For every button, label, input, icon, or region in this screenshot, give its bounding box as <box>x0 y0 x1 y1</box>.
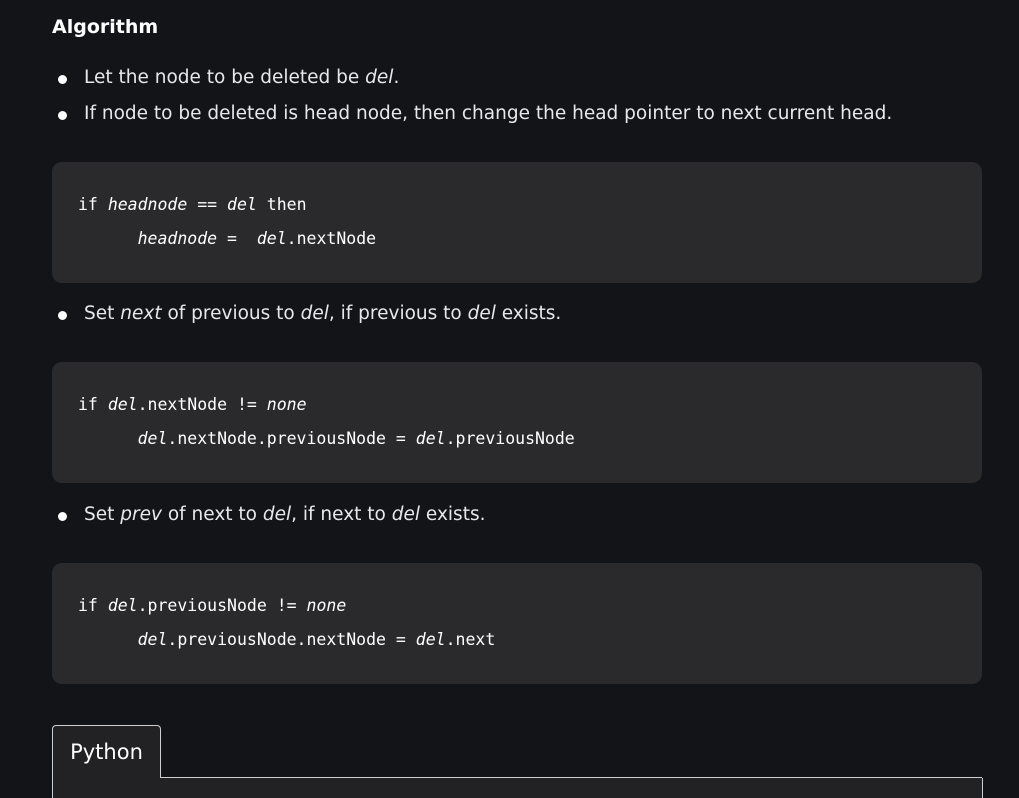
italic-term: del <box>467 303 496 324</box>
text-segment: if <box>78 395 108 414</box>
italic-term: del <box>415 429 446 448</box>
text-segment: of next to <box>161 504 263 525</box>
text-segment: Let the node to be deleted be <box>84 67 366 88</box>
text-segment: , if previous to <box>328 303 468 324</box>
text-segment: .nextNode != <box>137 395 267 414</box>
bullet-item: Set next of previous to del, if previous… <box>58 296 561 332</box>
italic-term: next <box>120 303 162 324</box>
text-segment: of previous to <box>161 303 301 324</box>
code-line: if del.nextNode != none <box>78 395 307 414</box>
text-segment: If node to be deleted is head node, then… <box>84 103 893 124</box>
bullet-item: If node to be deleted is head node, then… <box>58 96 892 132</box>
code-line: headnode = del.nextNode <box>78 229 376 248</box>
text-segment: exists. <box>495 303 562 324</box>
text-segment: .nextNode <box>286 229 377 248</box>
italic-term: del <box>300 303 329 324</box>
italic-term: del <box>107 596 138 615</box>
text-segment: if <box>78 195 108 214</box>
text-segment: Set <box>84 504 121 525</box>
italic-term: del <box>107 395 138 414</box>
text-segment: == <box>187 195 228 214</box>
italic-term: del <box>391 504 421 525</box>
italic-term: del <box>365 67 394 88</box>
code-block-next-check: if del.nextNode != none del.nextNode.pre… <box>52 362 982 483</box>
italic-term: headnode <box>137 229 218 248</box>
bullet-list-3: Set prev of next to del, if next to del … <box>58 497 485 533</box>
italic-term: del <box>137 429 168 448</box>
italic-term: del <box>137 630 168 649</box>
text-segment: . <box>393 67 400 88</box>
italic-term: none <box>306 596 347 615</box>
bullet-item: Let the node to be deleted be del. <box>58 60 892 96</box>
italic-term: none <box>266 395 307 414</box>
italic-term: del <box>415 630 446 649</box>
bullet-list-2: Set next of previous to del, if previous… <box>58 296 561 332</box>
text-segment: , if next to <box>291 504 392 525</box>
text-segment <box>78 229 138 248</box>
bullet-list-1: Let the node to be deleted be del. If no… <box>58 60 892 132</box>
code-block-head-check: if headnode == del then headnode = del.n… <box>52 162 982 283</box>
code-line: if headnode == del then <box>78 195 307 214</box>
bullet-item: Set prev of next to del, if next to del … <box>58 497 485 533</box>
italic-term: del <box>256 229 287 248</box>
italic-term: prev <box>120 504 162 525</box>
italic-term: headnode <box>107 195 188 214</box>
text-segment: then <box>256 195 307 214</box>
text-segment: = <box>217 229 257 248</box>
text-segment: .next <box>445 630 496 649</box>
text-segment: .nextNode.previousNode = <box>167 429 416 448</box>
text-segment: .previousNode <box>445 429 575 448</box>
text-segment <box>78 429 138 448</box>
text-segment: .previousNode != <box>137 596 307 615</box>
italic-term: del <box>227 195 257 214</box>
italic-term: del <box>262 504 292 525</box>
text-segment: Set <box>84 303 121 324</box>
code-panel <box>52 778 983 798</box>
section-heading: Algorithm <box>52 16 159 38</box>
text-segment: if <box>78 596 108 615</box>
text-segment: exists. <box>420 504 486 525</box>
code-block-prev-check: if del.previousNode != none del.previous… <box>52 563 982 684</box>
tab-python[interactable]: Python <box>52 725 161 780</box>
text-segment: .previousNode.nextNode = <box>167 630 416 649</box>
text-segment <box>78 630 138 649</box>
code-line: del.previousNode.nextNode = del.next <box>78 630 496 649</box>
code-line: if del.previousNode != none <box>78 596 346 615</box>
code-line: del.nextNode.previousNode = del.previous… <box>78 429 575 448</box>
